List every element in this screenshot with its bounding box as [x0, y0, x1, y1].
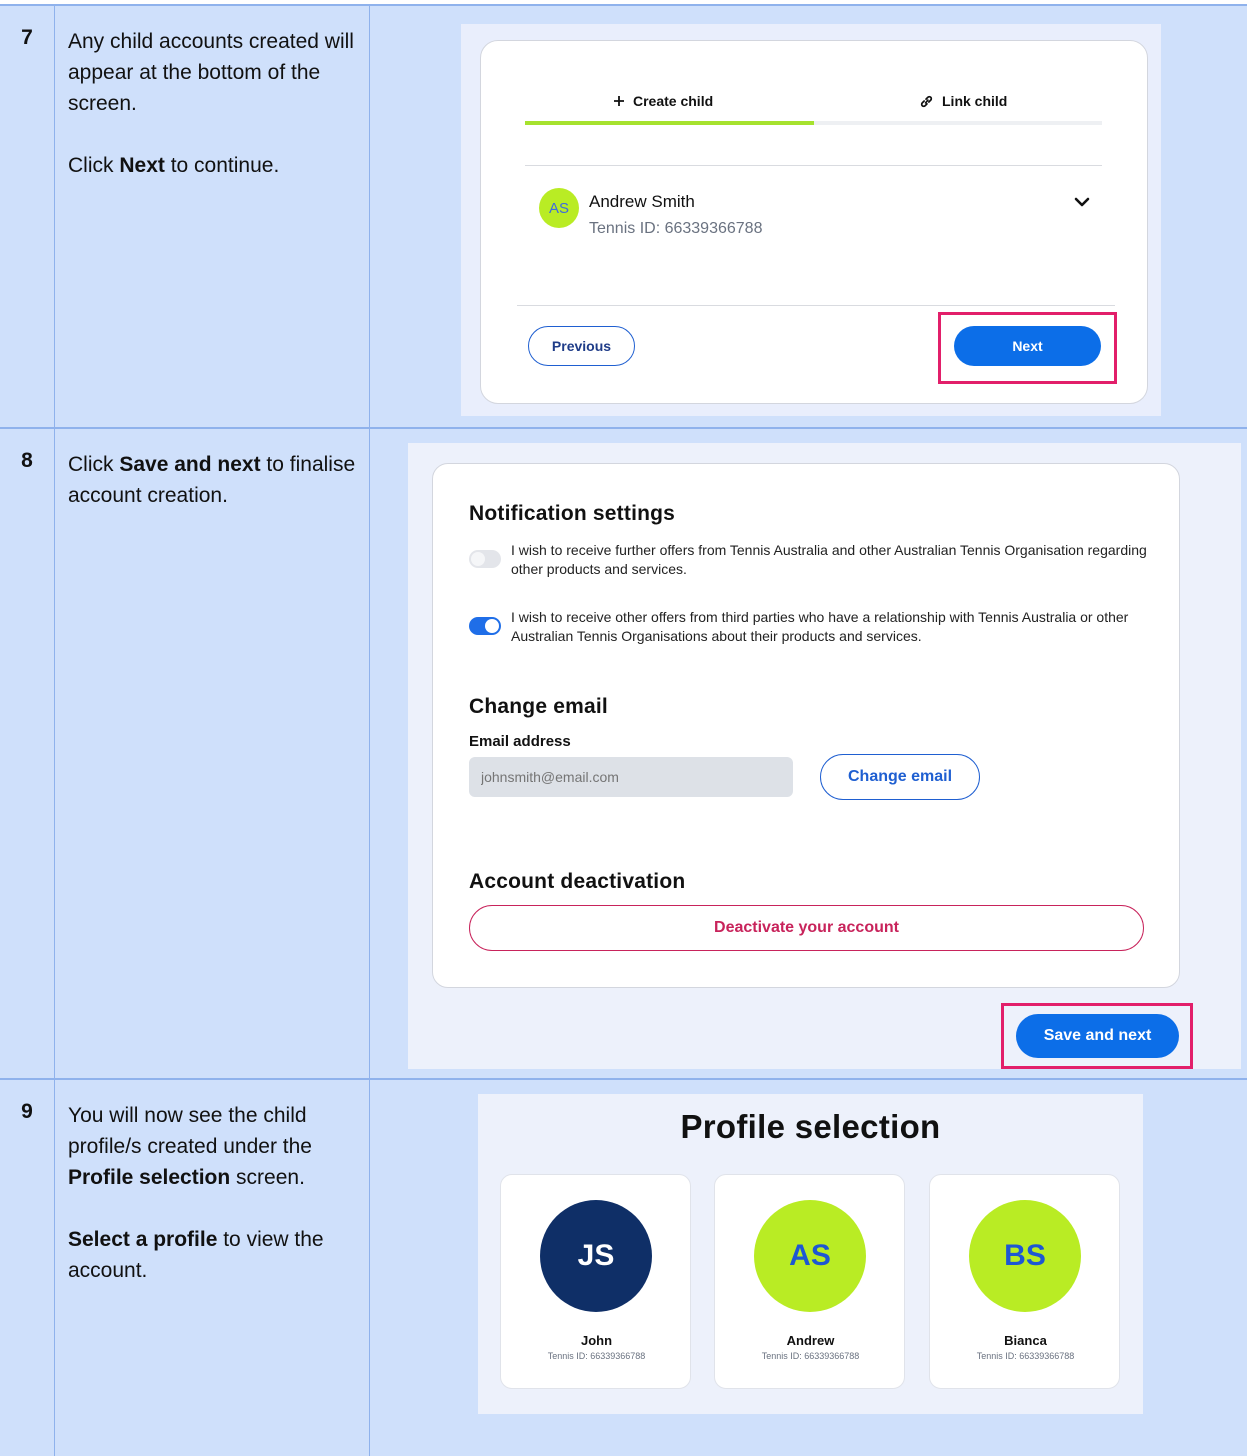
optin-toggle-offers[interactable]	[469, 550, 501, 568]
step-instruction: Click Save and next to finalise account …	[68, 453, 356, 507]
profile-tennis-id: Tennis ID: 66339366788	[761, 1351, 860, 1361]
account-settings-screenshot: Notification settings I wish to receive …	[408, 443, 1241, 1069]
divider	[525, 165, 1102, 166]
chevron-down-icon[interactable]	[1073, 193, 1091, 211]
avatar: AS	[539, 188, 579, 228]
tab-label: Link child	[942, 93, 1008, 109]
active-tab-indicator	[525, 121, 814, 125]
profile-name: Andrew	[786, 1333, 835, 1348]
step-description: Any child accounts created will appear a…	[68, 30, 354, 115]
highlight-box	[938, 312, 1117, 384]
tab-label: Create child	[633, 93, 714, 109]
step-number: 9	[21, 1100, 33, 1123]
create-child-screenshot: Create child Link child AS Andrew Smith …	[461, 24, 1161, 416]
profile-tennis-id: Tennis ID: 66339366788	[547, 1351, 646, 1361]
step-row-8: 8 Click Save and next to finalise accoun…	[0, 427, 1247, 1078]
deactivate-account-button[interactable]: Deactivate your account	[469, 905, 1144, 951]
optin-text: I wish to receive other offers from thir…	[511, 609, 1129, 644]
profile-card-john[interactable]: JS John Tennis ID: 66339366788	[500, 1174, 691, 1389]
account-deactivation-heading: Account deactivation	[469, 870, 686, 893]
link-icon	[920, 95, 933, 107]
profile-card-andrew[interactable]: AS Andrew Tennis ID: 66339366788	[714, 1174, 905, 1389]
step-number: 7	[21, 26, 33, 49]
step-instructions: Click Save and next to finalise account …	[68, 449, 363, 542]
column-divider	[369, 4, 370, 1456]
column-divider	[54, 4, 55, 1456]
email-field[interactable]	[469, 757, 793, 797]
profile-name: John	[580, 1333, 613, 1348]
tab-create-child[interactable]: Create child	[613, 93, 713, 109]
step-instructions: Any child accounts created will appear a…	[68, 26, 363, 212]
divider	[517, 305, 1115, 306]
profile-tennis-id: Tennis ID: 66339366788	[976, 1351, 1075, 1361]
profile-name: Bianca	[1004, 1333, 1047, 1348]
page-title: Profile selection	[680, 1108, 941, 1145]
previous-button[interactable]: Previous	[528, 326, 635, 366]
step-row-9: 9 You will now see the child profile/s c…	[0, 1078, 1247, 1456]
profile-card-bianca[interactable]: BS Bianca Tennis ID: 66339366788	[929, 1174, 1120, 1389]
avatar: BS	[969, 1200, 1081, 1312]
notification-settings-heading: Notification settings	[469, 502, 676, 525]
avatar: AS	[754, 1200, 866, 1312]
highlight-box	[1001, 1003, 1193, 1069]
profile-selection-screenshot: Profile selection JS John Tennis ID: 663…	[478, 1094, 1143, 1414]
step-description: You will now see the child profile/s cre…	[68, 1104, 312, 1189]
plus-icon	[614, 96, 624, 106]
child-name: Andrew Smith	[589, 192, 695, 211]
step-number: 8	[21, 449, 33, 472]
child-tennis-id: Tennis ID: 66339366788	[589, 220, 763, 237]
email-address-label: Email address	[469, 733, 571, 750]
change-email-heading: Change email	[469, 695, 608, 718]
step-row-7: 7 Any child accounts created will appear…	[0, 4, 1247, 427]
change-email-button[interactable]: Change email	[820, 754, 980, 800]
avatar: JS	[540, 1200, 652, 1312]
tab-link-child[interactable]: Link child	[919, 93, 1007, 109]
optin-toggle-third-party[interactable]	[469, 617, 501, 635]
optin-text: I wish to receive further offers from Te…	[511, 542, 1147, 577]
step-instruction: Select a profile to view the account.	[68, 1228, 324, 1282]
step-instructions: You will now see the child profile/s cre…	[68, 1100, 363, 1317]
step-instruction: Click Next to continue.	[68, 154, 280, 177]
settings-card: Notification settings I wish to receive …	[432, 463, 1180, 988]
